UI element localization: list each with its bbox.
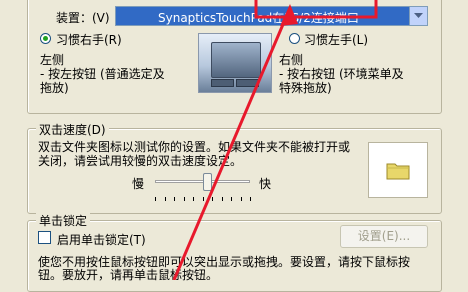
annotation-arrow-line: [172, 7, 292, 280]
annotation-highlight-box: [254, 0, 378, 19]
annotation-arrow-head: [280, 4, 298, 26]
red-annotation-overlay: [172, 0, 378, 280]
